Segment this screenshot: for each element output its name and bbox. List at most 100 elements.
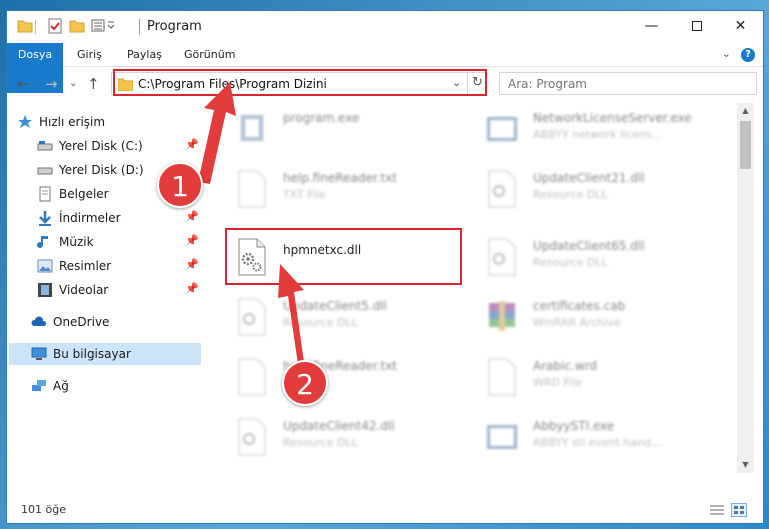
star-icon [17, 114, 33, 130]
tab-home[interactable]: Giriş [65, 43, 114, 67]
file-type: ABBYY sti event hand... [533, 436, 662, 449]
sidebar-item-label: Bu bilgisayar [53, 347, 131, 361]
file-type: TXT File [283, 188, 326, 201]
help-icon[interactable]: ? [741, 48, 755, 62]
pictures-icon [37, 258, 53, 274]
sidebar-item-label: Hızlı erişim [39, 115, 106, 129]
tab-view[interactable]: Görünüm [172, 43, 247, 67]
file-item-hpmnetxc[interactable]: hpmnetxc.dll [225, 231, 465, 281]
network-icon [31, 378, 47, 394]
properties-icon[interactable] [47, 18, 63, 36]
dll-file-icon [235, 297, 269, 337]
file-item[interactable]: program.exe [225, 103, 465, 153]
vertical-scrollbar[interactable]: ▲ ▼ [737, 103, 754, 473]
text-file-icon [485, 357, 519, 397]
archive-file-icon [485, 297, 519, 337]
file-item[interactable]: help.fineReader.txt TXT File [225, 163, 465, 213]
pin-icon[interactable]: 📌 [185, 210, 199, 223]
dll-file-icon [485, 237, 519, 277]
file-item[interactable]: UpdateClient42.dll Resource DLL [225, 411, 465, 461]
text-file-icon [235, 169, 269, 209]
file-item[interactable]: NetworkLicenseServer.exe ABBYY network l… [475, 103, 715, 153]
address-path[interactable]: C:\Program Files\Program Dizini [138, 77, 327, 91]
new-folder-icon[interactable] [69, 18, 85, 36]
file-name: hpmnetxc.dll [283, 243, 362, 257]
sidebar-item-this-pc[interactable]: Bu bilgisayar [9, 343, 201, 365]
sidebar-item-music[interactable]: Müzik 📌 [37, 231, 203, 253]
details-view-icon[interactable] [709, 503, 725, 517]
search-input[interactable] [500, 73, 756, 94]
large-icons-view-icon[interactable] [731, 503, 747, 517]
computer-icon [31, 346, 47, 362]
explorer-window: Program — ✕ Dosya Giriş Paylaş Görünüm ⌄… [6, 10, 764, 524]
sidebar-item-label: Yerel Disk (D:) [59, 163, 144, 177]
sidebar-item-label: Ağ [53, 379, 69, 393]
dll-file-icon [235, 237, 269, 277]
sidebar-item-label: OneDrive [53, 315, 110, 329]
file-name: UpdateClient42.dll [283, 419, 395, 433]
window-title: Program [147, 19, 202, 34]
music-icon [37, 234, 53, 250]
refresh-icon[interactable]: ↻ [467, 73, 487, 94]
close-button[interactable]: ✕ [718, 11, 763, 41]
customize-toolbar-icon[interactable] [91, 18, 119, 36]
sidebar-item-label: Belgeler [59, 187, 109, 201]
ribbon: Dosya Giriş Paylaş Görünüm ⌄ ? [7, 43, 763, 93]
maximize-button[interactable] [674, 11, 719, 41]
file-item[interactable]: UpdateClient65.dll Resource DLL [475, 231, 715, 281]
back-arrow-icon[interactable]: ← [17, 75, 30, 93]
sidebar-item-network[interactable]: Ağ [31, 375, 203, 397]
expand-ribbon-icon[interactable]: ⌄ [722, 47, 731, 60]
step-1-badge: 1 [157, 162, 203, 208]
recent-locations-chevron-icon[interactable]: ⌄ [69, 78, 77, 89]
dll-file-icon [485, 169, 519, 209]
pin-icon[interactable]: 📌 [185, 258, 199, 271]
sidebar-item-videos[interactable]: Videolar 📌 [37, 279, 203, 301]
documents-icon [37, 186, 53, 202]
cloud-icon [31, 314, 47, 330]
file-item[interactable]: UpdateClient5.dll Resource DLL [225, 291, 465, 341]
sidebar-item-onedrive[interactable]: OneDrive [31, 311, 203, 333]
folder-icon[interactable] [17, 18, 33, 36]
exe-file-icon [485, 109, 519, 149]
item-count: 101 öğe [21, 503, 66, 516]
file-type: WinRAR Archive [533, 316, 621, 329]
sidebar-item-downloads[interactable]: İndirmeler 📌 [37, 207, 203, 229]
file-type: ABBYY network licens... [533, 128, 663, 141]
sidebar-item-pictures[interactable]: Resimler 📌 [37, 255, 203, 277]
tab-share[interactable]: Paylaş [115, 43, 174, 67]
sidebar-item-label: Yerel Disk (C:) [59, 139, 143, 153]
status-bar: 101 öğe [7, 497, 763, 523]
scrollbar-thumb[interactable] [740, 121, 751, 169]
file-item[interactable]: help.fineReader.txt TXT File [225, 351, 465, 401]
file-item[interactable]: UpdateClient21.dll Resource DLL [475, 163, 715, 213]
pin-icon[interactable]: 📌 [185, 234, 199, 247]
sidebar-item-local-disk-c[interactable]: Yerel Disk (C:) 📌 [37, 135, 203, 157]
up-arrow-icon[interactable]: ↑ [87, 75, 100, 93]
sidebar-item-quick-access[interactable]: Hızlı erişim [17, 111, 203, 133]
sidebar-item-label: İndirmeler [59, 211, 121, 225]
file-name: certificates.cab [533, 299, 626, 313]
file-name: UpdateClient65.dll [533, 239, 645, 253]
file-name: Arabic.wrd [533, 359, 598, 373]
address-dropdown-icon[interactable]: ⌄ [452, 76, 461, 89]
videos-icon [37, 282, 53, 298]
file-item[interactable]: Arabic.wrd WRD File [475, 351, 715, 401]
search-box[interactable] [499, 72, 757, 95]
scroll-up-icon[interactable]: ▲ [737, 103, 754, 119]
address-bar[interactable]: C:\Program Files\Program Dizini ⌄ ↻ [111, 72, 487, 95]
file-type: Resource DLL [533, 188, 608, 201]
file-item[interactable]: AbbyySTI.exe ABBYY sti event hand... [475, 411, 715, 461]
download-icon [37, 210, 53, 226]
step-2-badge: 2 [282, 360, 328, 406]
pin-icon[interactable]: 📌 [185, 282, 199, 295]
file-item[interactable]: certificates.cab WinRAR Archive [475, 291, 715, 341]
file-name: AbbyySTI.exe [533, 419, 615, 433]
forward-arrow-icon[interactable]: → [45, 75, 58, 93]
pin-icon[interactable]: 📌 [185, 138, 199, 151]
scroll-down-icon[interactable]: ▼ [737, 457, 754, 473]
file-name: UpdateClient21.dll [533, 171, 645, 185]
file-name: help.fineReader.txt [283, 171, 397, 185]
divider [35, 20, 36, 34]
minimize-button[interactable]: — [629, 11, 674, 41]
